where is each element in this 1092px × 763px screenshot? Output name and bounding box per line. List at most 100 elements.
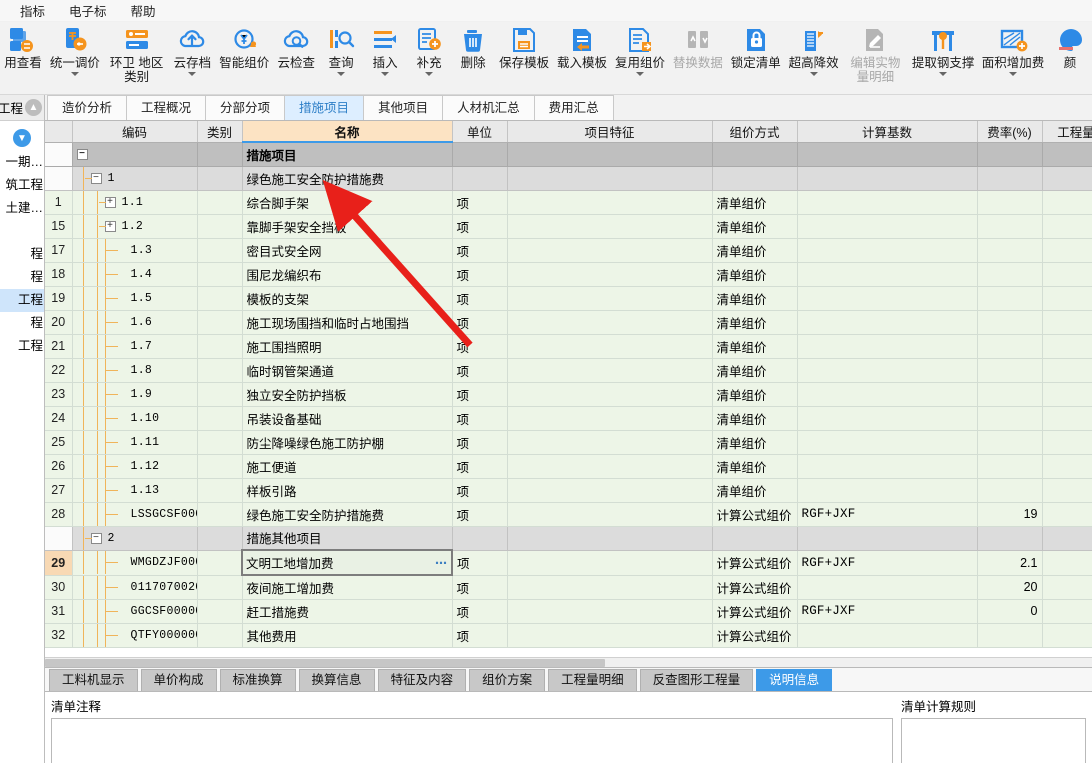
list-note-textarea[interactable] xyxy=(51,718,893,763)
cell-base[interactable] xyxy=(797,526,978,551)
tree-collapse-toggle[interactable]: − xyxy=(76,148,88,160)
chevron-down-icon[interactable] xyxy=(381,72,390,76)
cell-feature[interactable] xyxy=(507,478,713,503)
cell-base[interactable] xyxy=(797,310,978,335)
unified-price-button[interactable]: 统一调价 xyxy=(46,24,104,76)
cell-code[interactable]: −1 xyxy=(72,166,198,191)
delete-button[interactable]: 删除 xyxy=(451,24,495,70)
grid-header-rate[interactable]: 费率(%) xyxy=(977,121,1043,143)
grid-header-category[interactable]: 类别 xyxy=(197,121,243,143)
cell-qty[interactable]: 1 xyxy=(1042,406,1092,431)
cell-category[interactable] xyxy=(197,286,243,311)
download-icon[interactable]: ▼ xyxy=(13,129,31,147)
cell-code[interactable]: 1.3 xyxy=(72,238,198,263)
table-row[interactable]: 18 1.4 围尼龙编织布项 清单组价 1 xyxy=(45,262,1092,287)
cell-base[interactable]: RGF+JXF xyxy=(797,599,978,624)
load-template-button[interactable]: 载入模板 xyxy=(553,24,611,70)
cell-feature[interactable] xyxy=(507,526,713,551)
cell-base[interactable] xyxy=(797,358,978,383)
cell-method[interactable]: 计算公式组价 xyxy=(712,502,798,527)
cell-feature[interactable] xyxy=(507,286,713,311)
tree-expand-toggle[interactable]: + xyxy=(98,220,116,232)
cell-feature[interactable] xyxy=(507,334,713,359)
row-number[interactable]: 20 xyxy=(45,310,73,335)
calc-rule-textarea[interactable] xyxy=(901,718,1086,763)
cell-feature[interactable] xyxy=(507,599,713,624)
cell-feature[interactable] xyxy=(507,214,713,239)
row-number[interactable]: 18 xyxy=(45,262,73,287)
cell-code[interactable]: 1.13 xyxy=(72,478,198,503)
cell-category[interactable] xyxy=(197,575,243,600)
cell-rate[interactable]: 2.1 xyxy=(977,550,1043,576)
cell-qty[interactable]: 1 xyxy=(1042,623,1092,648)
cell-qty[interactable]: 1 xyxy=(1042,358,1092,383)
scrollbar-thumb[interactable] xyxy=(45,659,605,667)
cell-rate[interactable] xyxy=(977,382,1043,407)
cell-feature[interactable] xyxy=(507,550,713,576)
cell-rate[interactable]: 0 xyxy=(977,599,1043,624)
cell-rate[interactable] xyxy=(977,430,1043,455)
cell-name[interactable]: 绿色施工安全防护措施费 xyxy=(242,166,453,191)
chevron-down-icon[interactable] xyxy=(70,72,79,76)
cell-code[interactable]: 1.9 xyxy=(72,382,198,407)
cell-rate[interactable] xyxy=(977,334,1043,359)
chevron-down-icon[interactable] xyxy=(939,72,948,76)
cell-code[interactable]: +1.1 xyxy=(72,190,198,215)
cell-unit[interactable]: 项 xyxy=(452,623,508,648)
cell-name[interactable]: 施工围挡照明 xyxy=(242,334,453,359)
cell-unit[interactable]: 项 xyxy=(452,599,508,624)
cell-category[interactable] xyxy=(197,478,243,503)
row-number[interactable] xyxy=(45,142,73,167)
cell-code[interactable]: −2 xyxy=(72,526,198,551)
cell-qty[interactable]: 1 xyxy=(1042,599,1092,624)
cell-base[interactable] xyxy=(797,334,978,359)
row-number[interactable]: 1 xyxy=(45,190,73,215)
cell-name[interactable]: 样板引路 xyxy=(242,478,453,503)
cell-name[interactable]: 防尘降噪绿色施工防护棚 xyxy=(242,430,453,455)
btab-material-display[interactable]: 工料机显示 xyxy=(49,669,138,691)
cell-code[interactable]: 1.10 xyxy=(72,406,198,431)
cell-qty[interactable]: 1 xyxy=(1042,310,1092,335)
project-node-building[interactable]: 筑工程 xyxy=(0,174,44,197)
reuse-pricing-button[interactable]: 复用组价 xyxy=(611,24,669,76)
cell-unit[interactable]: 项 xyxy=(452,478,508,503)
cell-method[interactable]: 清单组价 xyxy=(712,406,798,431)
cell-rate[interactable] xyxy=(977,358,1043,383)
cell-method[interactable]: 计算公式组价 xyxy=(712,575,798,600)
cell-category[interactable] xyxy=(197,166,243,191)
table-row[interactable]: 27 1.13 样板引路项 清单组价 1 xyxy=(45,478,1092,503)
cell-feature[interactable] xyxy=(507,238,713,263)
chevron-down-icon[interactable] xyxy=(635,72,644,76)
cell-base[interactable] xyxy=(797,406,978,431)
cell-unit[interactable]: 项 xyxy=(452,550,508,576)
menu-item-0[interactable]: 指标 xyxy=(8,0,57,22)
cell-category[interactable] xyxy=(197,382,243,407)
cell-category[interactable] xyxy=(197,334,243,359)
cell-rate[interactable] xyxy=(977,623,1043,648)
cell-method[interactable]: 清单组价 xyxy=(712,238,798,263)
cell-name[interactable]: 夜间施工增加费 xyxy=(242,575,453,600)
cell-code[interactable]: 011707002001 xyxy=(72,575,198,600)
color-button[interactable]: 颜 xyxy=(1048,24,1092,70)
cell-category[interactable] xyxy=(197,406,243,431)
cell-base[interactable] xyxy=(797,190,978,215)
chevron-down-icon[interactable] xyxy=(337,72,346,76)
cell-qty[interactable]: 1 xyxy=(1042,238,1092,263)
btab-unit-price-composition[interactable]: 单价构成 xyxy=(140,669,217,691)
tab-labor-material-summary[interactable]: 人材机汇总 xyxy=(442,95,535,120)
cell-name[interactable]: 施工便道 xyxy=(242,454,453,479)
cell-method[interactable]: 清单组价 xyxy=(712,382,798,407)
area-surcharge-button[interactable]: 面积增加费 xyxy=(978,24,1048,76)
cell-unit[interactable]: 项 xyxy=(452,358,508,383)
cell-feature[interactable] xyxy=(507,262,713,287)
row-number[interactable]: 31 xyxy=(45,599,73,624)
table-row[interactable]: 23 1.9 独立安全防护挡板项 清单组价 1 xyxy=(45,382,1092,407)
row-number[interactable]: 24 xyxy=(45,406,73,431)
table-row[interactable]: − 措施项目 xyxy=(45,142,1092,167)
cell-category[interactable] xyxy=(197,599,243,624)
cell-method[interactable]: 计算公式组价 xyxy=(712,623,798,648)
smart-pricing-button[interactable]: 智能组价 xyxy=(215,24,273,70)
cell-name[interactable]: 模板的支架 xyxy=(242,286,453,311)
grid-header-feature[interactable]: 项目特征 xyxy=(507,121,713,143)
tab-measure-items[interactable]: 措施项目 xyxy=(284,95,365,120)
